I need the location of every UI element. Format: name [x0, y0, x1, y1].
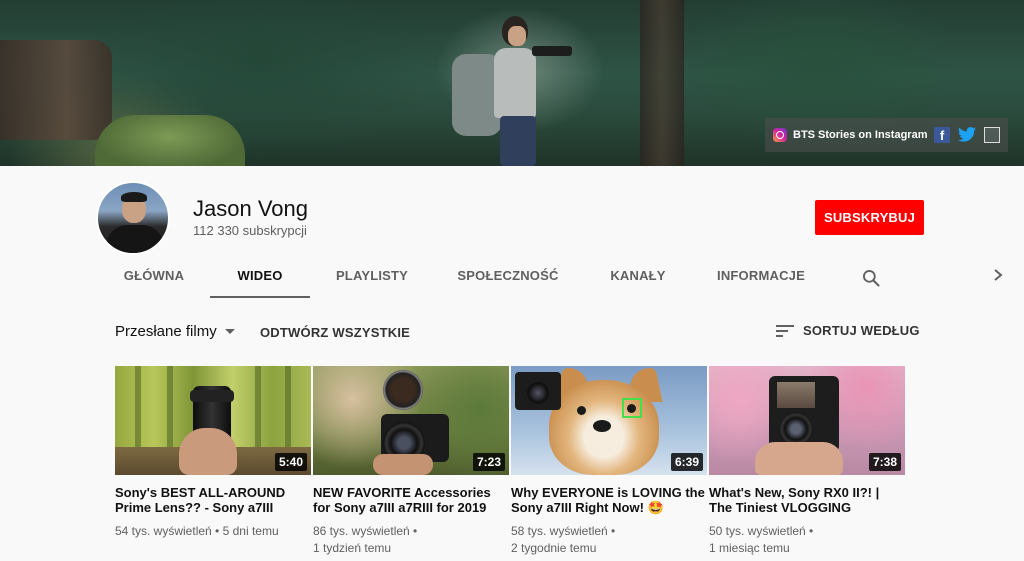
video-grid: 5:40 Sony's BEST ALL-AROUND Prime Lens??…	[115, 366, 915, 556]
video-meta: 86 tys. wyświetleń • 1 tydzień temu	[313, 523, 509, 557]
avatar[interactable]	[96, 181, 170, 255]
video-thumbnail[interactable]: 7:38	[709, 366, 905, 475]
video-title[interactable]: Sony's BEST ALL-AROUND Prime Lens?? - So…	[115, 485, 311, 515]
video-duration: 7:23	[472, 453, 505, 471]
tab-channels[interactable]: KANAŁY	[598, 258, 678, 298]
banner-log	[0, 40, 112, 140]
link-icon[interactable]	[984, 127, 1000, 143]
instagram-link[interactable]: BTS Stories on Instagram	[793, 129, 927, 141]
video-meta: 58 tys. wyświetleń • 2 tygodnie temu	[511, 523, 707, 557]
banner-person	[452, 12, 572, 166]
sort-icon	[776, 324, 794, 338]
video-card[interactable]: 7:23 NEW FAVORITE Accessories for Sony a…	[313, 366, 509, 557]
instagram-icon[interactable]	[773, 128, 787, 142]
video-title[interactable]: What's New, Sony RX0 II?! | The Tiniest …	[709, 485, 905, 515]
video-duration: 7:38	[868, 453, 901, 471]
video-title[interactable]: Why EVERYONE is LOVING the Sony a7III Ri…	[511, 485, 707, 515]
uploads-dropdown-label: Przesłane filmy	[115, 323, 217, 340]
twitter-icon[interactable]	[958, 127, 976, 143]
channel-banner: BTS Stories on Instagram f	[0, 0, 1024, 166]
video-views: 86 tys. wyświetleń	[313, 524, 410, 538]
chevron-right-icon[interactable]	[988, 266, 1008, 288]
video-card[interactable]: 5:40 Sony's BEST ALL-AROUND Prime Lens??…	[115, 366, 311, 540]
tab-playlists[interactable]: PLAYLISTY	[326, 258, 418, 298]
video-age: 1 miesiąc temu	[709, 541, 790, 555]
tab-home[interactable]: GŁÓWNA	[110, 258, 198, 298]
tab-videos[interactable]: WIDEO	[210, 258, 310, 298]
meta-separator: •	[215, 524, 220, 538]
banner-moss	[95, 115, 245, 166]
channel-header: Jason Vong 112 330 subskrypcji SUBSKRYBU…	[0, 166, 1024, 298]
channel-name: Jason Vong	[193, 196, 308, 221]
video-meta: 50 tys. wyświetleń • 1 miesiąc temu	[709, 523, 905, 557]
play-all-button[interactable]: ODTWÓRZ WSZYSTKIE	[260, 325, 410, 340]
meta-separator: •	[611, 524, 616, 538]
video-duration: 6:39	[670, 453, 703, 471]
sort-label: SORTUJ WEDŁUG	[803, 323, 920, 338]
banner-social-links: BTS Stories on Instagram f	[765, 118, 1008, 152]
subscriber-count: 112 330 subskrypcji	[193, 223, 307, 238]
video-thumbnail[interactable]: 5:40	[115, 366, 311, 475]
video-thumbnail[interactable]: 7:23	[313, 366, 509, 475]
search-icon[interactable]	[861, 268, 881, 288]
video-title[interactable]: NEW FAVORITE Accessories for Sony a7III …	[313, 485, 509, 515]
video-age: 1 tydzień temu	[313, 541, 392, 555]
video-views: 58 tys. wyświetleń	[511, 524, 608, 538]
uploads-dropdown[interactable]: Przesłane filmy	[115, 323, 235, 340]
video-views: 54 tys. wyświetleń	[115, 524, 212, 538]
videos-section: Przesłane filmy ODTWÓRZ WSZYSTKIE SORTUJ…	[0, 299, 1024, 561]
tab-about[interactable]: INFORMACJE	[710, 258, 812, 298]
meta-separator: •	[809, 524, 814, 538]
tab-community[interactable]: SPOŁECZNOŚĆ	[450, 258, 566, 298]
banner-tree	[640, 0, 684, 166]
video-age: 5 dni temu	[222, 524, 279, 538]
video-card[interactable]: 6:39 Why EVERYONE is LOVING the Sony a7I…	[511, 366, 707, 557]
video-meta: 54 tys. wyświetleń • 5 dni temu	[115, 523, 311, 540]
meta-separator: •	[413, 524, 418, 538]
channel-tabs: GŁÓWNA WIDEO PLAYLISTY SPOŁECZNOŚĆ KANAŁ…	[0, 258, 1024, 298]
sort-button[interactable]: SORTUJ WEDŁUG	[776, 323, 920, 338]
video-thumbnail[interactable]: 6:39	[511, 366, 707, 475]
facebook-icon[interactable]: f	[934, 127, 950, 143]
video-card[interactable]: 7:38 What's New, Sony RX0 II?! | The Tin…	[709, 366, 905, 557]
video-duration: 5:40	[274, 453, 307, 471]
video-views: 50 tys. wyświetleń	[709, 524, 806, 538]
video-age: 2 tygodnie temu	[511, 541, 597, 555]
caret-down-icon	[224, 329, 235, 334]
subscribe-button[interactable]: SUBSKRYBUJ	[815, 200, 924, 235]
